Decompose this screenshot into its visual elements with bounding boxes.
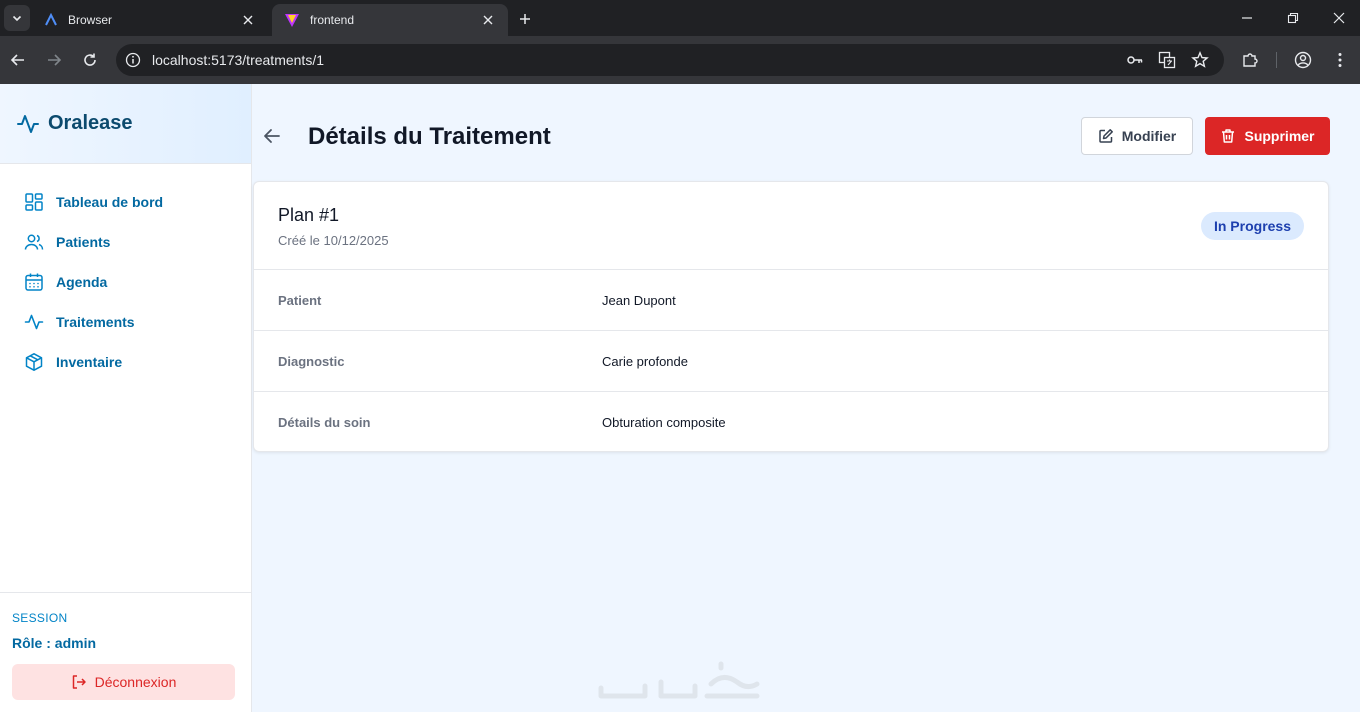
extensions-button[interactable] xyxy=(1238,48,1262,72)
browser-menu-button[interactable] xyxy=(1328,48,1352,72)
reload-icon xyxy=(84,53,96,66)
sidebar-item-inventaire[interactable]: Inventaire xyxy=(0,342,251,382)
close-icon xyxy=(1333,12,1345,24)
modify-label: Modifier xyxy=(1121,128,1177,144)
url-text: localhost:5173/treatments/1 xyxy=(152,52,324,68)
session-role: Rôle : admin xyxy=(12,635,97,651)
sidebar-nav: Tableau de bord Patients Agenda Traiteme… xyxy=(0,164,251,382)
browser-tab-bar: Browser frontend xyxy=(0,0,1360,36)
session-panel: SESSION Rôle : admin Déconnexion xyxy=(0,592,251,712)
key-icon[interactable] xyxy=(1123,48,1147,72)
calendar-icon xyxy=(25,273,43,291)
puzzle-icon xyxy=(1243,53,1258,67)
profile-button[interactable] xyxy=(1291,48,1315,72)
users-icon xyxy=(24,234,44,250)
arrow-right-icon xyxy=(48,54,62,66)
watermark-logo xyxy=(598,661,760,699)
chevron-down-icon xyxy=(12,15,22,22)
address-bar[interactable]: localhost:5173/treatments/1 xyxy=(116,44,1224,76)
sidebar: Oralease Tableau de bord Patients Agenda… xyxy=(0,84,252,712)
minimize-icon xyxy=(1242,17,1252,19)
treatment-card-header: Plan #1 Créé le 10/12/2025 In Progress xyxy=(254,182,1328,270)
sidebar-item-label: Patients xyxy=(56,234,111,250)
browser-logo-icon xyxy=(45,13,57,26)
tab-list-button[interactable] xyxy=(4,5,30,31)
detail-label: Diagnostic xyxy=(278,353,345,369)
back-button[interactable] xyxy=(260,124,284,148)
close-window-button[interactable] xyxy=(1328,8,1350,28)
arrow-left-icon xyxy=(10,54,24,66)
session-heading: SESSION xyxy=(12,611,68,625)
detail-value: Jean Dupont xyxy=(602,292,676,308)
sidebar-item-label: Tableau de bord xyxy=(56,194,164,210)
close-icon[interactable] xyxy=(240,12,256,28)
forward-nav-button[interactable] xyxy=(42,48,66,72)
new-tab-button[interactable] xyxy=(514,8,536,30)
tab-title: Browser xyxy=(68,13,113,27)
arrow-left-icon xyxy=(264,129,280,143)
close-icon[interactable] xyxy=(480,12,496,28)
plan-title: Plan #1 xyxy=(278,205,340,225)
translate-icon[interactable] xyxy=(1155,48,1179,72)
account-icon xyxy=(1294,51,1312,69)
plan-created-date: Créé le 10/12/2025 xyxy=(278,233,389,248)
detail-row-patient: Patient Jean Dupont xyxy=(254,270,1328,331)
logout-button[interactable]: Déconnexion xyxy=(12,664,235,700)
sidebar-item-label: Inventaire xyxy=(56,354,123,370)
plus-icon xyxy=(520,14,530,24)
detail-label: Détails du soin xyxy=(278,415,371,430)
sidebar-item-label: Agenda xyxy=(56,274,108,290)
delete-button[interactable]: Supprimer xyxy=(1205,117,1330,155)
detail-row-diagnostic: Diagnostic Carie profonde xyxy=(254,331,1328,392)
edit-icon xyxy=(1099,129,1113,143)
sidebar-item-dashboard[interactable]: Tableau de bord xyxy=(0,182,251,222)
minimize-button[interactable] xyxy=(1236,8,1258,28)
back-nav-button[interactable] xyxy=(6,48,30,72)
restore-button[interactable] xyxy=(1282,8,1304,28)
detail-value: Carie profonde xyxy=(602,353,688,369)
sidebar-item-patients[interactable]: Patients xyxy=(0,222,251,262)
more-vertical-icon xyxy=(1338,53,1342,67)
sidebar-item-label: Traitements xyxy=(56,314,135,330)
sidebar-item-traitements[interactable]: Traitements xyxy=(0,302,251,342)
tab-frontend[interactable]: frontend xyxy=(272,4,508,36)
activity-icon xyxy=(24,314,44,330)
trash-icon xyxy=(1222,129,1235,143)
detail-row-care-details: Détails du soin Obturation composite xyxy=(254,392,1328,453)
logout-icon xyxy=(72,675,86,689)
reload-button[interactable] xyxy=(78,48,102,72)
star-icon[interactable] xyxy=(1188,48,1212,72)
vite-logo-icon xyxy=(285,14,299,27)
brand-name: Oralease xyxy=(48,112,133,134)
logout-label: Déconnexion xyxy=(94,674,177,690)
activity-icon xyxy=(17,114,39,133)
status-badge: In Progress xyxy=(1200,212,1304,240)
detail-value: Obturation composite xyxy=(602,415,726,430)
brand[interactable]: Oralease xyxy=(0,84,251,164)
box-icon xyxy=(25,353,43,371)
page-title: Détails du Traitement xyxy=(308,123,551,150)
browser-toolbar: localhost:5173/treatments/1 xyxy=(0,36,1360,84)
toolbar-divider xyxy=(1276,52,1277,68)
sidebar-item-agenda[interactable]: Agenda xyxy=(0,262,251,302)
delete-label: Supprimer xyxy=(1244,128,1315,144)
treatment-card: Plan #1 Créé le 10/12/2025 In Progress P… xyxy=(253,181,1329,452)
detail-label: Patient xyxy=(278,292,322,308)
dashboard-icon xyxy=(25,193,43,211)
restore-icon xyxy=(1287,12,1299,24)
tab-browser[interactable]: Browser xyxy=(32,4,268,36)
site-info-icon[interactable] xyxy=(124,51,142,69)
tab-title: frontend xyxy=(310,13,355,27)
modify-button[interactable]: Modifier xyxy=(1081,117,1193,155)
